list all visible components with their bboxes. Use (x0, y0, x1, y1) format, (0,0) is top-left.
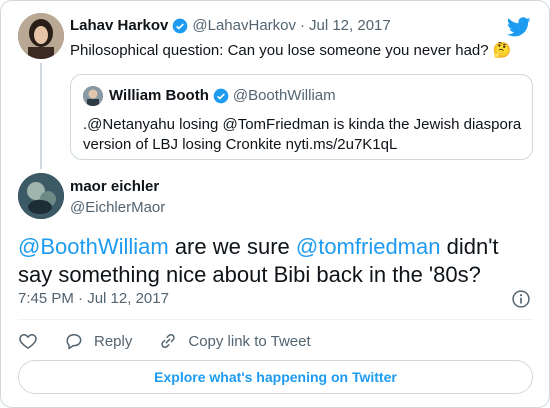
action-bar: Reply Copy link to Tweet (18, 329, 337, 353)
parent-text-body: Philosophical question: Can you lose som… (70, 42, 489, 59)
divider (18, 319, 533, 320)
quoted-author-handle: @BoothWilliam (232, 87, 336, 104)
explore-button-label[interactable]: Explore what's happening on Twitter (154, 369, 397, 385)
parent-avatar[interactable] (18, 13, 64, 59)
tweet-text-segment: are we sure (168, 234, 296, 259)
tweet-timestamp[interactable]: 7:45 PM · Jul 12, 2017 (18, 290, 169, 307)
twitter-bird-icon[interactable] (507, 15, 531, 39)
reply-button[interactable]: Reply (64, 331, 132, 351)
parent-date[interactable]: Jul 12, 2017 (309, 17, 391, 34)
tweet-date[interactable]: Jul 12, 2017 (87, 290, 169, 307)
separator-dot: · (78, 290, 84, 307)
quoted-tweet-text: .@Netanyahu losing @TomFriedman is kinda… (83, 116, 522, 153)
thinking-face-emoji: 🤔 (492, 42, 512, 59)
parent-author-handle[interactable]: @LahavHarkov (192, 17, 296, 34)
reply-icon (66, 334, 82, 350)
parent-header[interactable]: Lahav Harkov @LahavHarkov · Jul 12, 2017 (70, 17, 391, 34)
quoted-header: William Booth @BoothWilliam (109, 87, 336, 104)
quoted-author-name: William Booth (109, 87, 209, 104)
copy-link-label[interactable]: Copy link to Tweet (188, 333, 310, 350)
verified-icon (213, 88, 229, 103)
reply-label[interactable]: Reply (94, 333, 132, 350)
explore-twitter-button[interactable]: Explore what's happening on Twitter (18, 360, 533, 394)
like-button[interactable] (18, 331, 38, 351)
tweet-embed-card: Lahav Harkov @LahavHarkov · Jul 12, 2017… (0, 0, 550, 408)
verified-icon (173, 18, 188, 33)
parent-tweet-text: Philosophical question: Can you lose som… (70, 41, 511, 59)
main-avatar[interactable] (18, 173, 64, 219)
main-author-handle[interactable]: @EichlerMaor (70, 199, 165, 216)
quoted-tweet[interactable]: William Booth @BoothWilliam .@Netanyahu … (70, 74, 533, 160)
main-tweet-text: @BoothWilliam are we sure @tomfriedman d… (18, 233, 533, 289)
heart-icon (19, 333, 37, 349)
main-author-name[interactable]: maor eichler (70, 178, 159, 195)
parent-author-name[interactable]: Lahav Harkov (70, 17, 168, 34)
info-icon[interactable] (511, 289, 531, 309)
link-icon (161, 333, 176, 349)
quoted-avatar (83, 86, 103, 106)
thread-line (40, 63, 42, 169)
mention-link[interactable]: @tomfriedman (296, 234, 441, 259)
separator-dot: · (300, 17, 305, 34)
tweet-time[interactable]: 7:45 PM (18, 290, 74, 307)
copy-link-button[interactable]: Copy link to Tweet (158, 331, 311, 351)
mention-link[interactable]: @BoothWilliam (18, 234, 169, 259)
